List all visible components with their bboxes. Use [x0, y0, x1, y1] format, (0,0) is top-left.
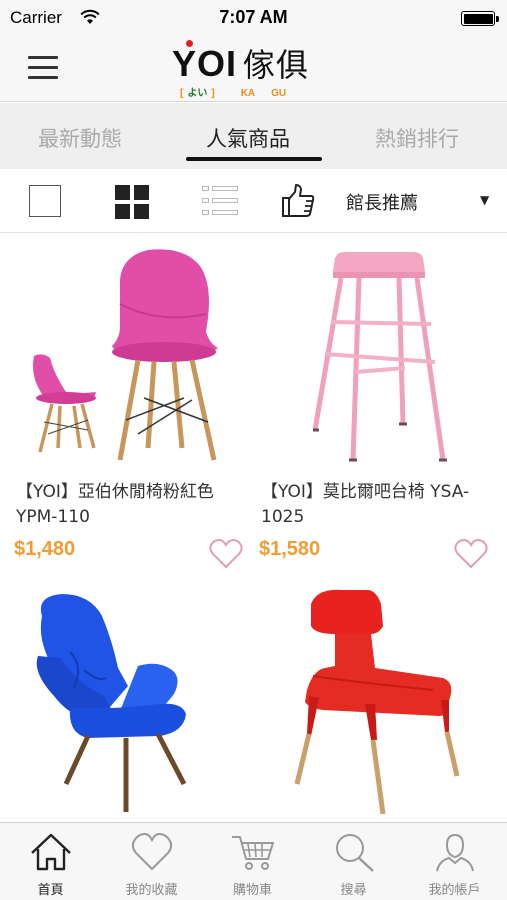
product-card[interactable]: 【YOI】莫比爾吧台椅 YSA-1025 $1,580: [253, 234, 499, 584]
cart-icon: [232, 836, 274, 870]
product-name[interactable]: 【YOI】亞伯休閒椅粉紅色 YPM-110: [16, 480, 248, 530]
list-view-icon[interactable]: [202, 186, 238, 216]
product-image-red-dining-chair[interactable]: [253, 586, 499, 822]
tab-account[interactable]: 我的帳戶: [404, 823, 505, 900]
battery-icon: [461, 11, 499, 26]
logo-subtitle: [よい] KA GU: [180, 88, 287, 99]
grid-view-icon[interactable]: [115, 185, 149, 219]
single-view-icon[interactable]: [29, 185, 61, 217]
product-image-pink-eames-chair[interactable]: [8, 234, 254, 472]
view-toolbar: 館長推薦 ▼: [0, 169, 507, 233]
brand-logo: YOI 傢俱 [よい] KA GU: [172, 40, 352, 100]
nav-bar: YOI 傢俱 [よい] KA GU: [0, 36, 507, 102]
search-icon: [336, 834, 374, 872]
category-tabs: 最新動態 人氣商品 熱銷排行: [0, 103, 507, 169]
clock: 7:07 AM: [219, 7, 288, 27]
product-price: $1,480: [14, 538, 76, 560]
tab-cart-label: 購物車: [232, 883, 272, 898]
sort-dropdown[interactable]: 館長推薦: [346, 189, 418, 215]
tab-cart[interactable]: 購物車: [202, 823, 303, 900]
thumbs-up-icon: [282, 184, 315, 217]
heart-icon: [131, 832, 173, 871]
tab-search-label: 搜尋: [340, 883, 367, 898]
logo-dot: [186, 40, 193, 47]
bottom-tab-bar: 首頁 我的收藏 購物車 搜尋 我的帳戶: [0, 822, 507, 900]
tab-account-label: 我的帳戶: [428, 883, 481, 898]
product-price: $1,580: [259, 538, 321, 560]
status-bar: Carrier 7:07 AM: [0, 0, 507, 36]
tab-favorites-label: 我的收藏: [125, 883, 178, 898]
active-tab-indicator: [186, 157, 322, 161]
home-icon: [31, 833, 71, 871]
account-icon: [436, 833, 474, 872]
product-image-pink-bar-stool[interactable]: [253, 234, 499, 472]
heart-icon[interactable]: [453, 538, 489, 570]
logo-furniture-text: 傢俱: [243, 46, 310, 84]
product-grid: 【YOI】亞伯休閒椅粉紅色 YPM-110 $1,480 【YOI】莫比爾吧台椅…: [0, 234, 507, 822]
menu-icon[interactable]: [28, 54, 60, 80]
logo-yoi: YOI: [172, 43, 238, 84]
product-card[interactable]: 【YOI】亞伯休閒椅粉紅色 YPM-110 $1,480: [8, 234, 254, 584]
product-name[interactable]: 【YOI】莫比爾吧台椅 YSA-1025: [261, 480, 493, 530]
tab-bestsellers[interactable]: 熱銷排行: [375, 123, 459, 153]
tab-home[interactable]: 首頁: [0, 823, 101, 900]
tab-popular-products[interactable]: 人氣商品: [206, 123, 290, 153]
product-card[interactable]: [253, 586, 499, 822]
sort-dropdown-arrow-icon[interactable]: ▼: [480, 193, 489, 207]
tab-latest-news[interactable]: 最新動態: [38, 123, 122, 153]
tab-favorites[interactable]: 我的收藏: [101, 823, 202, 900]
tab-home-label: 首頁: [37, 883, 64, 898]
tab-search[interactable]: 搜尋: [303, 823, 404, 900]
product-image-blue-wingback-chair[interactable]: [8, 586, 254, 822]
heart-icon[interactable]: [208, 538, 244, 570]
product-card[interactable]: [8, 586, 254, 822]
